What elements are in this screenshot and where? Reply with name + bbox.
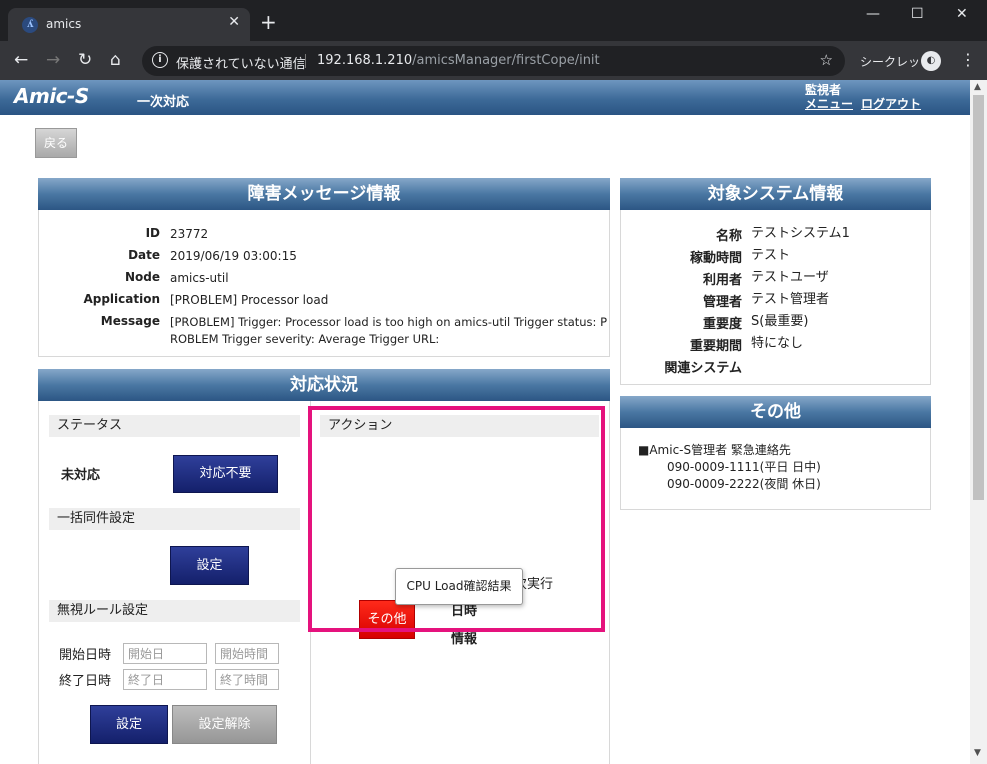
message-info-panel: ID 23772 Date 2019/06/19 03:00:15 Node a… [38,210,610,357]
uptime-label: 稼動時間 [689,251,742,266]
date-label: Date [128,248,160,262]
insecure-label: 保護されていない通信 [176,57,306,72]
app-header: Amic-S 一次対応 監視者 メニュー ログアウト [0,80,970,115]
browser-menu-icon[interactable]: ⋮ [960,50,976,69]
bulk-set-button[interactable]: 設定 [170,546,249,585]
contact-title: ■Amic-S管理者 緊急連絡先 [638,443,791,457]
home-icon[interactable]: ⌂ [110,50,121,70]
id-value: 23772 [170,227,209,241]
url-path: /amicsManager/firstCope/init [412,53,600,68]
scroll-down-icon[interactable]: ▼ [974,748,981,758]
end-date-input[interactable] [123,669,207,690]
menu-link[interactable]: メニュー [805,95,853,112]
contact-weekday: 090-0009-1111(平日 日中) [667,460,821,474]
logout-link[interactable]: ログアウト [861,95,921,112]
node-label: Node [124,270,160,284]
message-value-line1: [PROBLEM] Trigger: Processor load is too… [170,315,608,329]
close-tab-icon[interactable]: ✕ [228,14,240,30]
reload-icon[interactable]: ↻ [78,50,92,70]
contact-night: 090-0009-2222(夜間 休日) [667,477,821,491]
address-bar[interactable]: i 保護されていない通信 192.168.1.210/amicsManager/… [142,46,845,76]
related-system-label: 関連システム [664,361,742,376]
importance-value: S(最重要) [751,314,809,329]
back-arrow-icon[interactable]: ← [14,50,28,70]
app-logo: Amic-S [14,84,89,108]
ignore-rule-set-button[interactable]: 設定 [90,705,168,744]
scrollbar-thumb[interactable] [973,95,984,500]
window-close-icon[interactable]: ✕ [956,6,968,22]
browser-tab[interactable]: ʎ amics ✕ [8,8,250,41]
application-label: Application [83,292,160,306]
node-value: amics-util [170,271,229,285]
start-time-input[interactable] [215,643,279,664]
message-label: Message [100,314,160,328]
user-label: 利用者 [702,273,742,288]
critical-period-value: 特になし [751,336,804,351]
message-info-header: 障害メッセージ情報 [38,178,610,210]
start-date-input[interactable] [123,643,207,664]
divider [305,54,306,68]
system-info-panel: 名称 テストシステム1 稼動時間 テスト 利用者 テストユーザ 管理者 テスト管… [620,210,931,385]
application-value: [PROBLEM] Processor load [170,293,329,307]
bookmark-star-icon[interactable]: ☆ [820,51,833,69]
forward-arrow-icon[interactable]: → [46,50,60,70]
browser-chrome: ʎ amics ✕ + — ☐ ✕ ← → ↻ ⌂ i 保護されていない通信 1… [0,0,987,80]
vertical-scrollbar[interactable]: ▲ ▼ [970,80,987,764]
admin-value: テスト管理者 [751,292,830,307]
tab-title: amics [46,17,82,31]
admin-label: 管理者 [702,295,742,310]
status-value: 未対応 [61,468,101,483]
message-value-line2: ROBLEM Trigger severity: Average Trigger… [170,332,440,346]
page-viewport: Amic-S 一次対応 監視者 メニュー ログアウト 戻る 障害メッセージ情報 … [0,80,970,764]
info-icon[interactable]: i [152,52,168,68]
incognito-icon[interactable]: ◐ [921,51,941,71]
status-subheader: ステータス [49,415,300,437]
user-value: テストユーザ [751,270,829,285]
other-panel: ■Amic-S管理者 緊急連絡先 090-0009-1111(平日 日中) 09… [620,428,931,510]
minimize-icon[interactable]: — [866,6,880,22]
system-name-label: 名称 [715,229,742,244]
tab-bar: ʎ amics ✕ + — ☐ ✕ [0,0,987,41]
end-datetime-label: 終了日時 [59,674,112,689]
critical-period-label: 重要期間 [689,339,742,354]
maximize-icon[interactable]: ☐ [911,6,924,22]
new-tab-icon[interactable]: + [260,12,277,32]
url-text[interactable]: 192.168.1.210/amicsManager/firstCope/ini… [317,53,600,68]
system-info-header: 対象システム情報 [620,178,931,210]
importance-label: 重要度 [702,317,742,332]
url-host: 192.168.1.210 [317,53,413,68]
back-button[interactable]: 戻る [35,128,77,158]
amics-favicon-icon: ʎ [22,17,38,33]
system-name-value: テストシステム1 [751,226,850,241]
page-title: 一次対応 [137,95,190,110]
end-time-input[interactable] [215,669,279,690]
response-header: 対応状況 [38,369,610,401]
start-datetime-label: 開始日時 [59,648,112,663]
id-label: ID [145,226,160,240]
ignore-rule-subheader: 無視ルール設定 [49,600,300,622]
action-tooltip: CPU Load確認結果 [395,568,523,605]
ignore-rule-unset-button[interactable]: 設定解除 [172,705,277,744]
browser-toolbar: ← → ↻ ⌂ i 保護されていない通信 192.168.1.210/amics… [0,41,987,80]
date-value: 2019/06/19 03:00:15 [170,249,297,263]
other-header: その他 [620,396,931,428]
uptime-value: テスト [751,248,791,263]
no-action-needed-button[interactable]: 対応不要 [173,455,278,493]
scroll-up-icon[interactable]: ▲ [974,82,981,92]
bulk-setting-subheader: 一括同件設定 [49,508,300,530]
